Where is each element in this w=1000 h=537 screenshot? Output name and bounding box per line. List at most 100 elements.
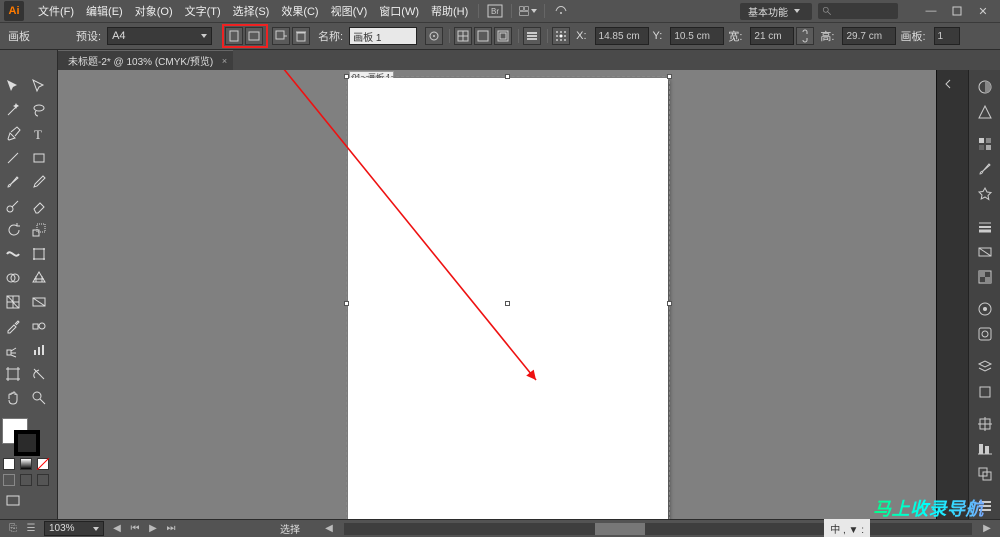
screen-mode[interactable] xyxy=(1,490,25,512)
search-input[interactable] xyxy=(818,3,898,19)
tool-mesh[interactable] xyxy=(1,291,25,313)
tool-pen[interactable] xyxy=(1,123,25,145)
tool-blend[interactable] xyxy=(27,315,51,337)
show-cross[interactable] xyxy=(474,27,492,45)
ime-language-bar[interactable]: 中 , ▼ : xyxy=(824,519,870,537)
color-mode-gradient[interactable] xyxy=(20,458,32,470)
color-mode-solid[interactable] xyxy=(3,458,15,470)
draw-inside[interactable] xyxy=(37,474,49,486)
canvas[interactable]: 01 - 画板 1 xyxy=(58,70,936,519)
artboard-prev[interactable]: ◀ xyxy=(110,522,124,536)
tool-scale[interactable] xyxy=(27,219,51,241)
menu-window[interactable]: 窗口(W) xyxy=(373,3,425,19)
color-mode-none[interactable] xyxy=(37,458,49,470)
tool-pencil[interactable] xyxy=(27,171,51,193)
status-sync-icon[interactable]: ⎘ xyxy=(6,522,20,536)
new-artboard[interactable] xyxy=(272,27,290,45)
move-with-artboard[interactable] xyxy=(425,27,443,45)
tool-eyedropper[interactable] xyxy=(1,315,25,337)
tool-slice[interactable] xyxy=(27,363,51,385)
bridge-icon[interactable]: Br xyxy=(486,3,504,19)
panel-brushes-icon[interactable] xyxy=(974,160,996,179)
draw-normal[interactable] xyxy=(3,474,15,486)
panel-more-icon[interactable] xyxy=(974,497,996,516)
w-input[interactable]: 21 cm xyxy=(750,27,794,45)
fill-stroke-swatch[interactable] xyxy=(0,416,44,456)
tool-paintbrush[interactable] xyxy=(1,171,25,193)
zoom-dropdown[interactable]: 103% xyxy=(44,521,104,536)
menu-effect[interactable]: 效果(C) xyxy=(275,3,324,19)
draw-behind[interactable] xyxy=(20,474,32,486)
preset-dropdown[interactable]: A4 xyxy=(107,27,212,45)
panel-graphic-styles-icon[interactable] xyxy=(974,325,996,344)
stroke-swatch[interactable] xyxy=(14,430,40,456)
tool-lasso[interactable] xyxy=(27,99,51,121)
window-maximize[interactable] xyxy=(944,2,970,20)
tool-eraser[interactable] xyxy=(27,195,51,217)
tool-symbol-sprayer[interactable] xyxy=(1,339,25,361)
artboards-input[interactable]: 1 xyxy=(934,27,960,45)
tool-artboard[interactable] xyxy=(1,363,25,385)
menu-help[interactable]: 帮助(H) xyxy=(425,3,474,19)
tool-direct-selection[interactable] xyxy=(27,75,51,97)
menu-select[interactable]: 选择(S) xyxy=(227,3,276,19)
ref-point[interactable] xyxy=(552,27,570,45)
menu-edit[interactable]: 编辑(E) xyxy=(80,3,129,19)
show-center[interactable] xyxy=(454,27,472,45)
handle-tc[interactable] xyxy=(505,74,510,79)
tool-free-transform[interactable] xyxy=(27,243,51,265)
handle-tl[interactable] xyxy=(344,74,349,79)
workspace-switcher[interactable]: 基本功能 xyxy=(740,3,812,20)
panel-color-guide-icon[interactable] xyxy=(974,102,996,121)
status-nav-icon[interactable]: ☰ xyxy=(24,522,38,536)
document-tab[interactable]: 未标题-2* @ 103% (CMYK/预览) × xyxy=(58,50,233,70)
handle-tr[interactable] xyxy=(667,74,672,79)
x-input[interactable]: 14.85 cm xyxy=(595,27,649,45)
link-wh[interactable] xyxy=(796,27,814,45)
delete-artboard[interactable] xyxy=(292,27,310,45)
close-icon[interactable]: × xyxy=(222,56,227,66)
panel-swatches-icon[interactable] xyxy=(974,134,996,153)
tool-selection[interactable] xyxy=(1,75,25,97)
tool-hand[interactable] xyxy=(1,387,25,409)
scroll-left[interactable]: ◀ xyxy=(322,522,336,536)
tool-magic-wand[interactable] xyxy=(1,99,25,121)
tool-gradient[interactable] xyxy=(27,291,51,313)
horizontal-scrollbar[interactable] xyxy=(344,523,972,535)
panel-color-icon[interactable] xyxy=(974,77,996,96)
menu-view[interactable]: 视图(V) xyxy=(325,3,374,19)
panel-align-icon[interactable] xyxy=(974,439,996,458)
tool-shape-builder[interactable] xyxy=(1,267,25,289)
expand-dock-icon[interactable] xyxy=(937,73,959,95)
artboard-options[interactable] xyxy=(523,27,541,45)
artboard-last[interactable]: ⏭ xyxy=(164,522,178,536)
tool-zoom[interactable] xyxy=(27,387,51,409)
tool-width[interactable] xyxy=(1,243,25,265)
scroll-right[interactable]: ▶ xyxy=(980,522,994,536)
handle-ml[interactable] xyxy=(344,301,349,306)
orientation-portrait[interactable] xyxy=(225,27,243,45)
arrange-docs-icon[interactable] xyxy=(519,3,537,19)
artboard-name-input[interactable]: 画板 1 xyxy=(349,27,417,45)
tool-blob-brush[interactable] xyxy=(1,195,25,217)
orientation-landscape[interactable] xyxy=(245,27,263,45)
extra-icon[interactable] xyxy=(552,3,570,19)
window-close[interactable]: ✕ xyxy=(970,2,996,20)
tool-perspective[interactable] xyxy=(27,267,51,289)
tool-rectangle[interactable] xyxy=(27,147,51,169)
panel-transparency-icon[interactable] xyxy=(974,267,996,286)
panel-layers-icon[interactable] xyxy=(974,357,996,376)
panel-pathfinder-icon[interactable] xyxy=(974,465,996,484)
panel-artboards-icon[interactable] xyxy=(974,382,996,401)
tool-type[interactable]: T xyxy=(27,123,51,145)
artboard-first[interactable]: ⏮ xyxy=(128,522,142,536)
panel-transform-icon[interactable] xyxy=(974,414,996,433)
window-minimize[interactable]: — xyxy=(918,2,944,20)
tool-line[interactable] xyxy=(1,147,25,169)
panel-appearance-icon[interactable] xyxy=(974,299,996,318)
panel-gradient-icon[interactable] xyxy=(974,242,996,261)
tool-rotate[interactable] xyxy=(1,219,25,241)
handle-mr[interactable] xyxy=(667,301,672,306)
panel-symbols-icon[interactable] xyxy=(974,185,996,204)
y-input[interactable]: 10.5 cm xyxy=(670,27,724,45)
